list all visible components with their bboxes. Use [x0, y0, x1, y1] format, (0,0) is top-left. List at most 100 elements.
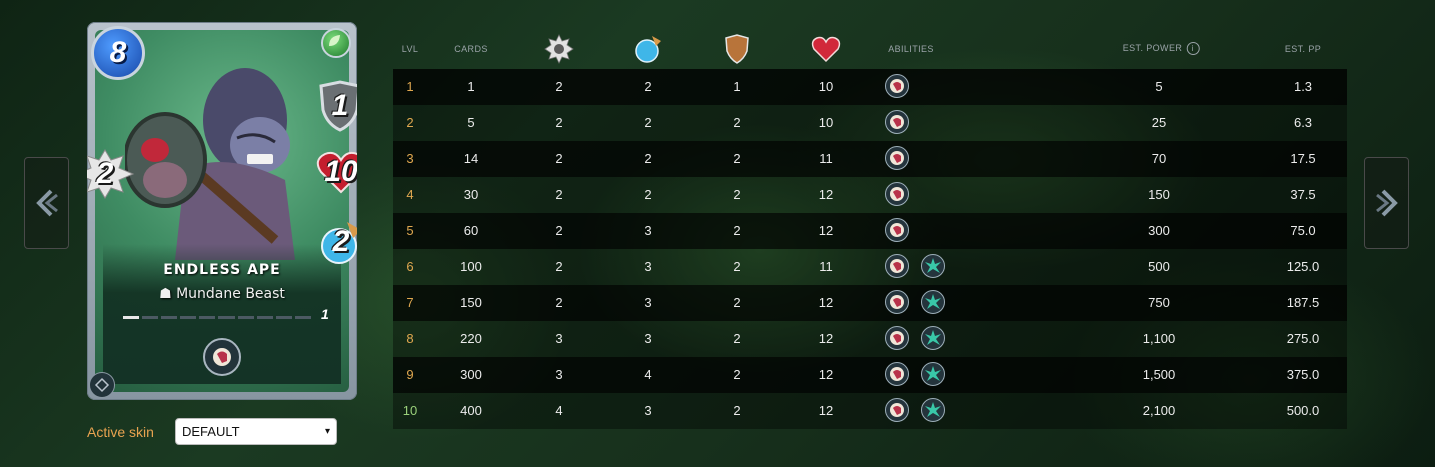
info-icon[interactable]: i: [1186, 42, 1200, 55]
chevron-right-icon: [1375, 189, 1398, 217]
speed-orb-icon: [635, 36, 661, 63]
head-profile-icon[interactable]: [885, 290, 909, 314]
card-type-label: Mundane Beast: [176, 286, 285, 302]
cell-est-power: 750: [1148, 295, 1170, 310]
level-progress-bar: [123, 316, 311, 319]
cell-armor: 2: [733, 259, 741, 274]
cell-armor: 2: [733, 187, 741, 202]
cell-speed: 3: [644, 223, 652, 238]
cell-health: 11: [819, 259, 833, 274]
cell-speed: 3: [644, 403, 652, 418]
cell-lvl: 6: [406, 259, 414, 274]
cell-cards: 150: [460, 295, 482, 310]
cell-attack: 4: [555, 403, 563, 418]
cell-lvl: 10: [402, 403, 418, 418]
cell-est-pp: 17.5: [1290, 151, 1316, 166]
cell-est-pp: 187.5: [1286, 295, 1320, 310]
cell-attack: 2: [555, 115, 563, 130]
cell-lvl: 8: [406, 331, 414, 346]
header-est-power: EST. POWER i: [1123, 42, 1200, 55]
cell-speed: 3: [644, 331, 652, 346]
table-row: 4 30 2 2 2 12 150 37.5: [393, 177, 1347, 213]
cell-health: 12: [818, 223, 834, 238]
cell-health: 10: [818, 115, 834, 130]
cell-health: 12: [818, 295, 834, 310]
table-body: 1 1 2 2 1 10 5 1.3 2 5 2 2 2 10 25 6.3 3 14 2 2 2 11 70 17.5 4 30…: [393, 69, 1347, 429]
cell-cards: 400: [460, 403, 482, 418]
head-profile-icon[interactable]: [885, 362, 909, 386]
cell-est-power: 1,500: [1142, 367, 1176, 382]
cell-cards: 5: [467, 115, 475, 130]
cell-cards: 100: [460, 259, 482, 274]
cell-est-pp: 125.0: [1286, 259, 1320, 274]
active-skin-label: Active skin: [87, 424, 154, 440]
cell-health: 12: [818, 187, 834, 202]
header-lvl: LVL: [401, 44, 419, 54]
head-profile-icon[interactable]: [203, 338, 241, 376]
green-burst-icon[interactable]: [921, 290, 945, 314]
table-row: 3 14 2 2 2 11 70 17.5: [393, 141, 1347, 177]
armor-value: 1: [331, 89, 349, 122]
cell-attack: 2: [555, 151, 563, 166]
attack-value: 2: [96, 157, 114, 190]
head-profile-icon[interactable]: [885, 146, 909, 170]
table-header: LVL CARDS ABILITIES EST. POWER i EST. PP: [393, 32, 1347, 69]
cell-armor: 2: [733, 331, 741, 346]
card-type: ☗ Mundane Beast: [87, 286, 357, 302]
head-profile-icon[interactable]: [885, 326, 909, 350]
cell-speed: 2: [644, 151, 652, 166]
green-burst-icon[interactable]: [921, 254, 945, 278]
shield-icon: [725, 34, 749, 64]
previous-card-button[interactable]: [24, 157, 69, 249]
cell-attack: 2: [555, 223, 563, 238]
cell-est-power: 5: [1155, 79, 1163, 94]
health-stat: 10: [315, 150, 357, 194]
cell-est-power: 25: [1151, 115, 1167, 130]
cell-health: 11: [819, 151, 833, 166]
head-profile-icon[interactable]: [885, 218, 909, 242]
cell-est-power: 150: [1148, 187, 1170, 202]
cell-lvl: 7: [406, 295, 414, 310]
cell-est-pp: 375.0: [1286, 367, 1320, 382]
cell-lvl: 9: [406, 367, 414, 382]
cell-speed: 4: [644, 367, 652, 382]
head-profile-icon[interactable]: [885, 110, 909, 134]
cell-est-pp: 1.3: [1293, 79, 1313, 94]
head-profile-icon[interactable]: [885, 182, 909, 206]
head-profile-icon[interactable]: [885, 398, 909, 422]
next-card-button[interactable]: [1364, 157, 1409, 249]
head-profile-icon[interactable]: [885, 254, 909, 278]
cell-armor: 2: [733, 151, 741, 166]
cell-cards: 30: [463, 187, 479, 202]
card-level: 1: [321, 306, 329, 322]
cell-attack: 2: [555, 79, 563, 94]
cell-est-pp: 75.0: [1290, 223, 1316, 238]
cell-lvl: 5: [406, 223, 414, 238]
skull-icon: ☗: [159, 286, 172, 302]
header-abilities: ABILITIES: [888, 44, 934, 54]
table-row: 6 100 2 3 2 11 500 125.0: [393, 249, 1347, 285]
level-stats-table: LVL CARDS ABILITIES EST. POWER i EST. PP …: [393, 32, 1347, 429]
green-burst-icon[interactable]: [921, 362, 945, 386]
cell-est-power: 500: [1148, 259, 1170, 274]
leaf-icon: [321, 28, 351, 58]
cell-health: 10: [818, 79, 834, 94]
cell-health: 12: [818, 403, 834, 418]
sawblade-icon: [544, 34, 574, 64]
card-name: ENDLESS APE: [163, 262, 281, 278]
cell-speed: 2: [644, 187, 652, 202]
cell-lvl: 4: [406, 187, 414, 202]
table-row: 1 1 2 2 1 10 5 1.3: [393, 69, 1347, 105]
cell-armor: 1: [733, 79, 741, 94]
table-row: 9 300 3 4 2 12 1,500 375.0: [393, 357, 1347, 393]
cell-attack: 3: [555, 367, 563, 382]
green-burst-icon[interactable]: [921, 398, 945, 422]
head-profile-icon[interactable]: [885, 74, 909, 98]
cell-est-power: 70: [1151, 151, 1167, 166]
active-skin-select[interactable]: DEFAULT ▾: [175, 418, 337, 445]
table-row: 10 400 4 3 2 12 2,100 500.0: [393, 393, 1347, 429]
green-burst-icon[interactable]: [921, 326, 945, 350]
cell-est-pp: 500.0: [1286, 403, 1320, 418]
table-row: 8 220 3 3 2 12 1,100 275.0: [393, 321, 1347, 357]
chevron-down-icon: ▾: [324, 426, 330, 437]
